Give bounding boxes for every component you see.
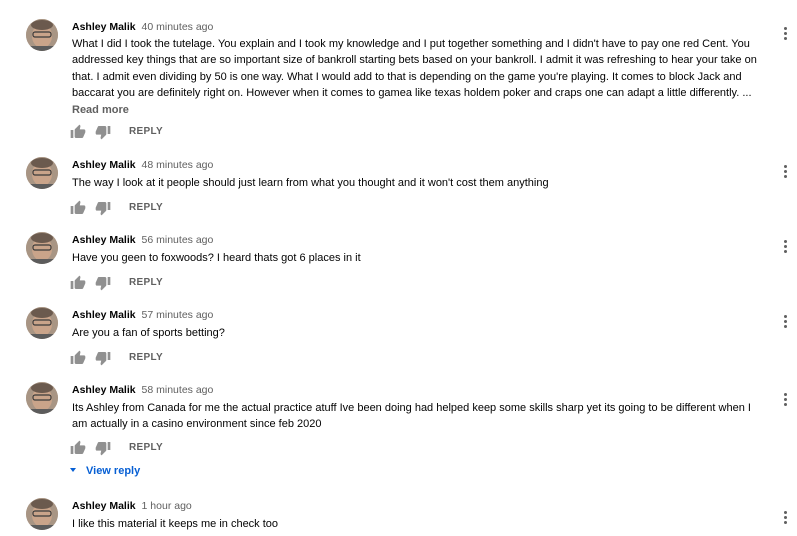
comment-header: Ashley Malik 58 minutes ago <box>72 382 213 398</box>
more-vertical-icon[interactable] <box>779 163 791 181</box>
comment-timestamp[interactable]: 58 minutes ago <box>142 384 214 396</box>
comment-header: Ashley Malik 56 minutes ago <box>72 232 213 248</box>
more-vertical-icon[interactable] <box>779 25 791 43</box>
reply-button[interactable]: REPLY <box>129 350 163 366</box>
avatar-photo <box>26 157 58 189</box>
avatar[interactable] <box>26 498 58 530</box>
caret-down-icon <box>70 468 76 473</box>
comment-text: Are you a fan of sports betting? <box>72 327 225 339</box>
reply-button[interactable]: REPLY <box>129 124 163 140</box>
avatar[interactable] <box>26 19 58 51</box>
more-vertical-icon[interactable] <box>779 313 791 331</box>
like-button[interactable] <box>70 350 86 366</box>
avatar[interactable] <box>26 382 58 414</box>
comment-text: The way I look at it people should just … <box>72 177 549 189</box>
like-button[interactable] <box>70 440 86 456</box>
comment-header: Ashley Malik 40 minutes ago <box>72 19 213 35</box>
dislike-button[interactable] <box>95 124 111 140</box>
thumb-up-icon <box>70 200 86 214</box>
comment-text: What I did I took the tutelage. You expl… <box>72 38 757 100</box>
comment-actions: REPLY <box>70 275 270 291</box>
read-more-link[interactable]: Read more <box>72 102 129 118</box>
reply-button[interactable]: REPLY <box>129 275 163 291</box>
more-vertical-icon[interactable] <box>779 509 791 527</box>
avatar-photo <box>26 382 58 414</box>
more-vertical-icon[interactable] <box>779 391 791 409</box>
avatar[interactable] <box>26 157 58 189</box>
more-vertical-icon[interactable] <box>779 238 791 256</box>
like-button[interactable] <box>70 275 86 291</box>
thumb-up-icon <box>70 124 86 138</box>
thumb-down-icon <box>95 202 111 216</box>
comment-timestamp[interactable]: 57 minutes ago <box>142 309 214 321</box>
author-name[interactable]: Ashley Malik <box>72 309 136 321</box>
comment-actions: REPLY <box>70 440 270 456</box>
comment-text: Its Ashley from Canada for me the actual… <box>72 402 751 431</box>
comment-timestamp[interactable]: 40 minutes ago <box>142 21 214 33</box>
comment-actions: REPLY <box>70 350 270 366</box>
author-name[interactable]: Ashley Malik <box>72 234 136 246</box>
avatar[interactable] <box>26 307 58 339</box>
thumb-up-icon <box>70 275 86 289</box>
comment-header: Ashley Malik 1 hour ago <box>72 498 192 514</box>
author-name[interactable]: Ashley Malik <box>72 384 136 396</box>
reply-button[interactable]: REPLY <box>129 440 163 456</box>
author-name[interactable]: Ashley Malik <box>72 159 136 171</box>
view-reply-label: View reply <box>86 465 141 477</box>
thumb-down-icon <box>95 352 111 366</box>
avatar-photo <box>26 19 58 51</box>
comment-header: Ashley Malik 48 minutes ago <box>72 157 213 173</box>
like-button[interactable] <box>70 200 86 216</box>
thumb-up-icon <box>70 350 86 364</box>
comment-header: Ashley Malik 57 minutes ago <box>72 307 213 323</box>
author-name[interactable]: Ashley Malik <box>72 21 136 33</box>
like-button[interactable] <box>70 124 86 140</box>
thumb-down-icon <box>95 277 111 291</box>
thumb-up-icon <box>70 440 86 454</box>
comment-text: I like this material it keeps me in chec… <box>72 518 279 530</box>
comment-timestamp[interactable]: 56 minutes ago <box>142 234 214 246</box>
avatar-photo <box>26 307 58 339</box>
dislike-button[interactable] <box>95 275 111 291</box>
comment-text: Have you geen to foxwoods? I heard thats… <box>72 252 361 264</box>
comment-actions: REPLY <box>70 124 270 140</box>
reply-button[interactable]: REPLY <box>129 200 163 216</box>
comment-timestamp[interactable]: 48 minutes ago <box>142 159 214 171</box>
thumb-down-icon <box>95 126 111 140</box>
thumb-down-icon <box>95 442 111 456</box>
comment-actions: REPLY <box>70 200 270 216</box>
author-name[interactable]: Ashley Malik <box>72 500 136 512</box>
dislike-button[interactable] <box>95 350 111 366</box>
avatar-photo <box>26 498 58 530</box>
view-replies-button[interactable]: View reply <box>70 463 140 479</box>
dislike-button[interactable] <box>95 200 111 216</box>
comment-timestamp[interactable]: 1 hour ago <box>142 500 192 512</box>
avatar[interactable] <box>26 232 58 264</box>
avatar-photo <box>26 232 58 264</box>
dislike-button[interactable] <box>95 440 111 456</box>
